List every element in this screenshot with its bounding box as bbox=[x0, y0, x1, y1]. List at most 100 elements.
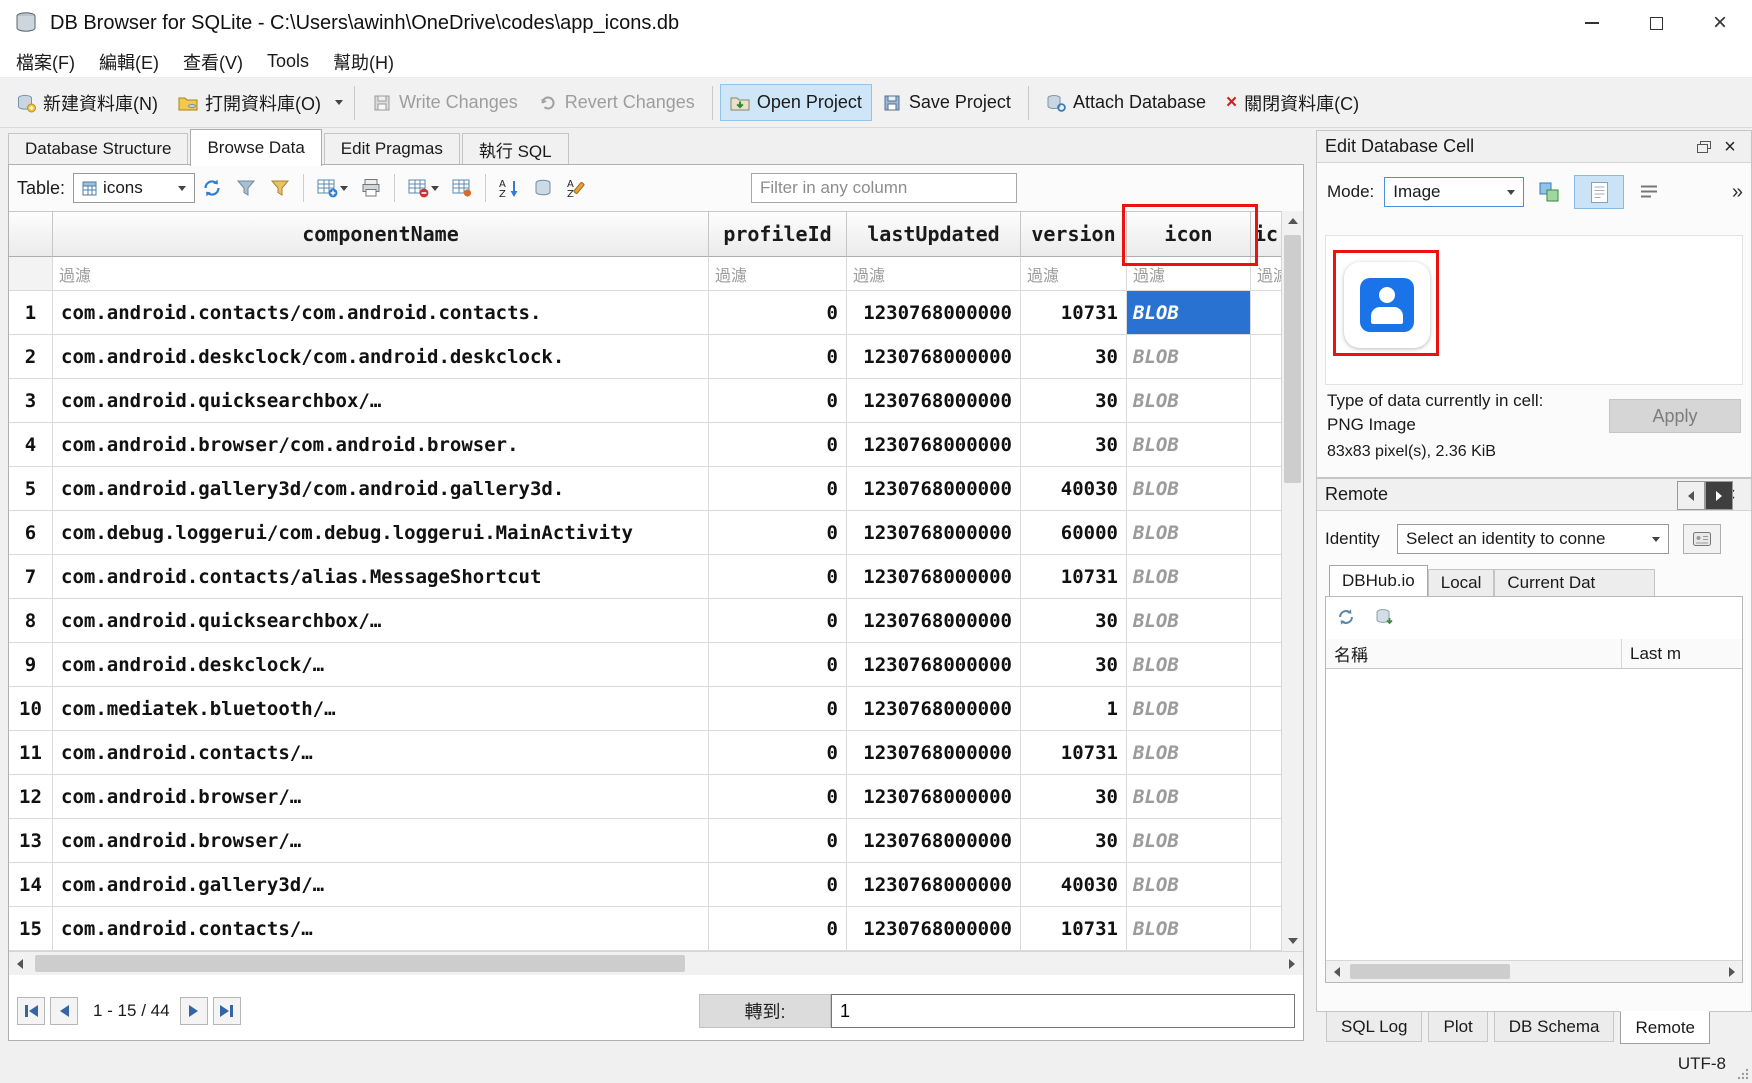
cell-lastUpdated[interactable]: 1230768000000 bbox=[847, 863, 1021, 907]
row-number[interactable]: 13 bbox=[9, 819, 53, 863]
cell-icon-blob[interactable]: BLOB bbox=[1127, 643, 1251, 687]
cell-componentName[interactable]: com.android.deskclock/… bbox=[53, 643, 709, 687]
scroll-right-button[interactable] bbox=[1721, 961, 1742, 982]
table-row[interactable]: 4com.android.browser/com.android.browser… bbox=[9, 423, 1281, 467]
new-database-button[interactable]: 新建資料庫(N) bbox=[6, 82, 168, 124]
table-row[interactable]: 10com.mediatek.bluetooth/…01230768000000… bbox=[9, 687, 1281, 731]
cell-profileId[interactable]: 0 bbox=[709, 467, 847, 511]
cell-componentName[interactable]: com.debug.loggerui/com.debug.loggerui.Ma… bbox=[53, 511, 709, 555]
cell-icon-blob[interactable]: BLOB bbox=[1127, 511, 1251, 555]
dock-tab-sql-log[interactable]: SQL Log bbox=[1326, 1012, 1422, 1042]
tab-execute-sql[interactable]: 執行 SQL bbox=[462, 133, 569, 164]
cell-version[interactable]: 10731 bbox=[1021, 731, 1127, 775]
table-row[interactable]: 2com.android.deskclock/com.android.deskc… bbox=[9, 335, 1281, 379]
cell-partial[interactable] bbox=[1251, 335, 1281, 379]
cell-profileId[interactable]: 0 bbox=[709, 687, 847, 731]
attach-database-button[interactable]: Attach Database bbox=[1036, 84, 1216, 121]
cell-profileId[interactable]: 0 bbox=[709, 511, 847, 555]
cell-version[interactable]: 10731 bbox=[1021, 907, 1127, 951]
write-changes-button[interactable]: Write Changes bbox=[362, 84, 528, 121]
print-button[interactable] bbox=[355, 172, 387, 204]
cell-componentName[interactable]: com.android.gallery3d/com.android.galler… bbox=[53, 467, 709, 511]
filter-componentName[interactable]: 過濾 bbox=[53, 257, 709, 291]
row-number[interactable]: 5 bbox=[9, 467, 53, 511]
remote-clone-button[interactable] bbox=[1370, 603, 1398, 631]
cell-componentName[interactable]: com.android.contacts/… bbox=[53, 731, 709, 775]
cell-profileId[interactable]: 0 bbox=[709, 599, 847, 643]
scroll-down-button[interactable] bbox=[1282, 931, 1303, 951]
more-tools-chevron[interactable]: » bbox=[1732, 181, 1743, 204]
cell-icon-blob[interactable]: BLOB bbox=[1127, 599, 1251, 643]
scroll-left-button[interactable] bbox=[1326, 961, 1347, 982]
cell-partial[interactable] bbox=[1251, 863, 1281, 907]
maximize-button[interactable] bbox=[1624, 0, 1688, 46]
cell-profileId[interactable]: 0 bbox=[709, 291, 847, 335]
cell-lastUpdated[interactable]: 1230768000000 bbox=[847, 511, 1021, 555]
cell-partial[interactable] bbox=[1251, 423, 1281, 467]
cell-lastUpdated[interactable]: 1230768000000 bbox=[847, 467, 1021, 511]
cell-icon-blob[interactable]: BLOB bbox=[1127, 907, 1251, 951]
remote-scrollbar-thumb[interactable] bbox=[1350, 964, 1510, 979]
cell-profileId[interactable]: 0 bbox=[709, 863, 847, 907]
vertical-scrollbar-thumb[interactable] bbox=[1284, 235, 1301, 483]
remote-tab-current-database[interactable]: Current Dat bbox=[1494, 569, 1655, 596]
cell-lastUpdated[interactable]: 1230768000000 bbox=[847, 423, 1021, 467]
table-row[interactable]: 13com.android.browser/…0123076800000030B… bbox=[9, 819, 1281, 863]
cell-profileId[interactable]: 0 bbox=[709, 643, 847, 687]
cell-partial[interactable] bbox=[1251, 687, 1281, 731]
image-view-button[interactable] bbox=[1574, 175, 1624, 209]
table-row[interactable]: 15com.android.contacts/…0123076800000010… bbox=[9, 907, 1281, 951]
cell-version[interactable]: 30 bbox=[1021, 775, 1127, 819]
edit-sort-order-button[interactable]: AZ bbox=[561, 172, 593, 204]
cell-icon-blob[interactable]: BLOB bbox=[1127, 731, 1251, 775]
row-number[interactable]: 3 bbox=[9, 379, 53, 423]
database-encoding-button[interactable] bbox=[527, 172, 559, 204]
identity-settings-button[interactable] bbox=[1683, 524, 1721, 554]
cell-partial[interactable] bbox=[1251, 467, 1281, 511]
cell-componentName[interactable]: com.android.browser/com.android.browser. bbox=[53, 423, 709, 467]
cell-profileId[interactable]: 0 bbox=[709, 379, 847, 423]
cell-lastUpdated[interactable]: 1230768000000 bbox=[847, 907, 1021, 951]
cell-lastUpdated[interactable]: 1230768000000 bbox=[847, 731, 1021, 775]
cell-profileId[interactable]: 0 bbox=[709, 775, 847, 819]
open-database-button[interactable]: 打開資料庫(O) bbox=[168, 82, 331, 124]
cell-icon-blob[interactable]: BLOB bbox=[1127, 555, 1251, 599]
cell-lastUpdated[interactable]: 1230768000000 bbox=[847, 379, 1021, 423]
menu-help[interactable]: 幫助(H) bbox=[321, 46, 406, 77]
cell-lastUpdated[interactable]: 1230768000000 bbox=[847, 555, 1021, 599]
minimize-button[interactable] bbox=[1560, 0, 1624, 46]
filter-version[interactable]: 過濾 bbox=[1021, 257, 1127, 291]
remote-horizontal-scrollbar[interactable] bbox=[1326, 960, 1742, 982]
table-row[interactable]: 9com.android.deskclock/…0123076800000030… bbox=[9, 643, 1281, 687]
cell-version[interactable]: 30 bbox=[1021, 379, 1127, 423]
scroll-up-button[interactable] bbox=[1282, 211, 1303, 231]
horizontal-scrollbar-thumb[interactable] bbox=[35, 955, 685, 972]
filter-profileId[interactable]: 過濾 bbox=[709, 257, 847, 291]
row-number[interactable]: 7 bbox=[9, 555, 53, 599]
mode-selector[interactable]: Image bbox=[1384, 177, 1524, 207]
cell-componentName[interactable]: com.android.quicksearchbox/… bbox=[53, 379, 709, 423]
column-header-version[interactable]: version bbox=[1021, 212, 1127, 257]
open-project-button[interactable]: Open Project bbox=[720, 84, 872, 121]
cell-version[interactable]: 30 bbox=[1021, 643, 1127, 687]
remote-tab-dbhub[interactable]: DBHub.io bbox=[1329, 565, 1428, 596]
cell-partial[interactable] bbox=[1251, 775, 1281, 819]
menu-view[interactable]: 查看(V) bbox=[171, 46, 255, 77]
tab-database-structure[interactable]: Database Structure bbox=[8, 133, 188, 164]
cell-profileId[interactable]: 0 bbox=[709, 907, 847, 951]
dock-tab-plot[interactable]: Plot bbox=[1428, 1012, 1487, 1042]
identity-selector[interactable]: Select an identity to conne bbox=[1397, 524, 1669, 554]
row-number[interactable]: 15 bbox=[9, 907, 53, 951]
cell-profileId[interactable]: 0 bbox=[709, 819, 847, 863]
resize-grip[interactable] bbox=[1736, 1067, 1750, 1081]
save-project-button[interactable]: Save Project bbox=[872, 84, 1021, 121]
filter-any-column-input[interactable] bbox=[751, 173, 1017, 203]
goto-button[interactable]: 轉到: bbox=[699, 994, 831, 1028]
cell-lastUpdated[interactable]: 1230768000000 bbox=[847, 291, 1021, 335]
cell-partial[interactable] bbox=[1251, 511, 1281, 555]
clear-filters-button[interactable] bbox=[230, 172, 262, 204]
row-number[interactable]: 12 bbox=[9, 775, 53, 819]
cell-componentName[interactable]: com.android.browser/… bbox=[53, 819, 709, 863]
cell-profileId[interactable]: 0 bbox=[709, 555, 847, 599]
new-record-button[interactable] bbox=[311, 172, 353, 204]
